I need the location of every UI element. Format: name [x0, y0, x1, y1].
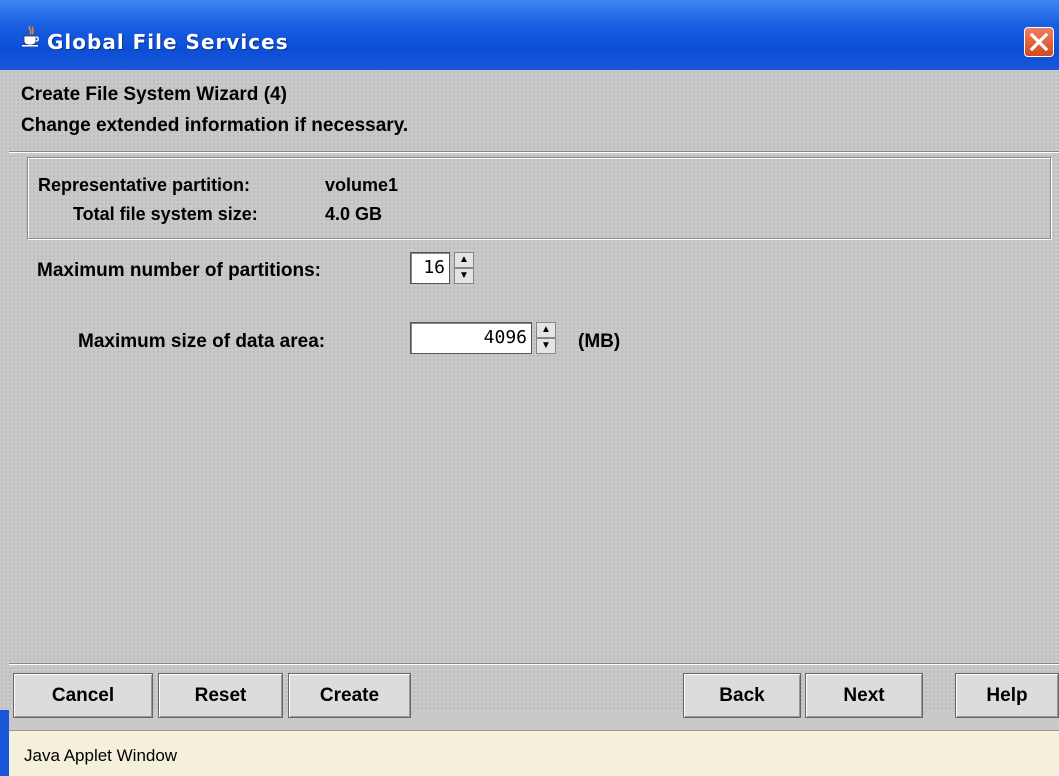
create-button[interactable]: Create: [288, 673, 411, 718]
wizard-heading: Create File System Wizard (4): [21, 84, 287, 105]
size-label: Total file system size:: [73, 204, 258, 224]
chevron-up-icon: ▲: [459, 254, 469, 265]
button-bar-divider: [9, 663, 1059, 665]
increment-button[interactable]: ▲: [454, 252, 474, 268]
wizard-instruction: Change extended information if necessary…: [21, 115, 409, 136]
help-button[interactable]: Help: [955, 673, 1059, 718]
partition-label: Representative partition:: [38, 175, 251, 195]
max-partitions-label: Maximum number of partitions:: [37, 260, 321, 281]
status-bar: Java Applet Window: [9, 730, 1059, 776]
window-title: Global File Services: [47, 30, 289, 54]
next-button[interactable]: Next: [805, 673, 923, 718]
max-data-area-stepper[interactable]: ▲ ▼: [536, 322, 556, 354]
status-text: Java Applet Window: [24, 746, 178, 765]
applet-window: Global File Services Create File System …: [0, 0, 1059, 776]
max-partitions-stepper[interactable]: ▲ ▼: [454, 252, 474, 284]
back-button[interactable]: Back: [683, 673, 801, 718]
size-value: 4.0 GB: [325, 204, 383, 224]
title-bar[interactable]: Global File Services: [0, 0, 1059, 70]
summary-box: [27, 157, 1051, 239]
partition-value: volume1: [325, 175, 399, 195]
decrement-button[interactable]: ▼: [536, 338, 556, 354]
data-area-unit: (MB): [578, 331, 621, 352]
max-data-area-label: Maximum size of data area:: [78, 331, 326, 352]
max-partitions-input[interactable]: 16: [410, 252, 450, 284]
chevron-down-icon: ▼: [541, 340, 551, 351]
max-data-area-input[interactable]: 4096: [410, 322, 532, 354]
header-divider: [9, 151, 1059, 153]
decrement-button[interactable]: ▼: [454, 268, 474, 284]
close-button[interactable]: [1024, 27, 1054, 57]
close-icon: [1029, 32, 1049, 52]
chevron-down-icon: ▼: [459, 270, 469, 281]
chevron-up-icon: ▲: [541, 324, 551, 335]
java-cup-icon: [22, 25, 39, 47]
increment-button[interactable]: ▲: [536, 322, 556, 338]
reset-button[interactable]: Reset: [158, 673, 283, 718]
cancel-button[interactable]: Cancel: [13, 673, 153, 718]
